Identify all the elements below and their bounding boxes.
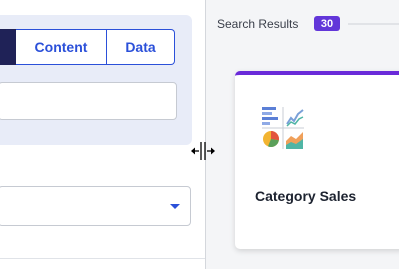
results-divider xyxy=(348,23,399,25)
chart-types-icon xyxy=(262,107,304,149)
results-count-badge: 30 xyxy=(314,16,340,31)
tab-section: Content Data xyxy=(0,15,192,145)
tab-data[interactable]: Data xyxy=(107,29,175,65)
search-results-label: Search Results xyxy=(217,17,299,31)
tab-active[interactable] xyxy=(0,29,16,65)
name-input[interactable] xyxy=(0,82,177,120)
tab-content[interactable]: Content xyxy=(16,29,107,65)
divider-line xyxy=(0,258,205,259)
search-results-panel: Search Results 30 Category Sales xyxy=(206,0,399,269)
tab-group: Content Data xyxy=(0,29,175,65)
card-title: Category Sales xyxy=(255,188,357,204)
select-dropdown[interactable] xyxy=(0,186,191,226)
editor-panel: Content Data xyxy=(0,0,205,269)
resize-cursor-icon xyxy=(191,142,215,160)
chevron-down-icon[interactable] xyxy=(170,204,180,209)
result-card[interactable]: Category Sales xyxy=(235,71,399,249)
